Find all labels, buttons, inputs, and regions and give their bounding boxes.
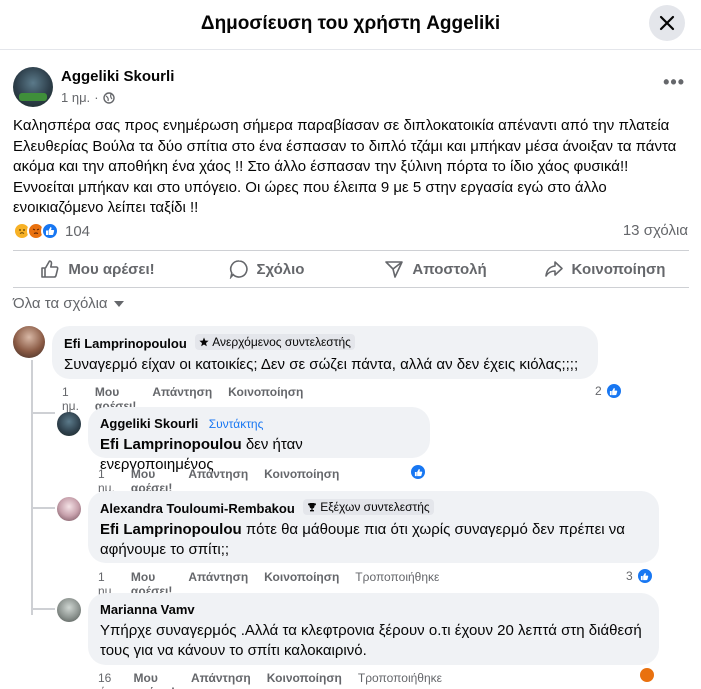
comment-text: Υπήρχε συναγερμός .Αλλά τα κλεφτρονια ξέ… bbox=[100, 622, 642, 659]
comments-count[interactable]: 13 σχόλια bbox=[623, 222, 688, 239]
comment-reactions[interactable] bbox=[638, 666, 656, 684]
comment-text: Efi Lamprinopoulou πότε θα μάθουμε πια ό… bbox=[100, 520, 647, 560]
send-label: Αποστολή bbox=[412, 260, 487, 278]
commenter-name[interactable]: Efi Lamprinopoulou bbox=[64, 336, 187, 351]
like-reaction-icon bbox=[604, 382, 623, 400]
more-options-icon[interactable]: ••• bbox=[663, 72, 685, 93]
post-meta: 1 ημ. · bbox=[61, 90, 115, 105]
comment-time[interactable]: 1 ημ. bbox=[62, 385, 79, 413]
trophy-icon bbox=[308, 503, 317, 512]
thumbs-up-icon bbox=[41, 260, 59, 278]
post-header: Aggeliki Skourli 1 ημ. · ••• bbox=[13, 66, 693, 110]
mention-link[interactable]: Efi Lamprinopoulou bbox=[100, 436, 242, 453]
comment-actions: 16 ώρ. Μου αρέσει! Απάντηση Κοινοποίηση … bbox=[98, 671, 442, 689]
contributor-badge: Εξέχων συντελεστής bbox=[303, 499, 434, 515]
comment-bubble: Alexandra Touloumi-Rembakou Εξέχων συντε… bbox=[88, 491, 659, 563]
post-action-bar: Μου αρέσει! Σχόλιο Αποστολή Κοινοποίηση bbox=[13, 250, 689, 288]
comment-share-button[interactable]: Κοινοποίηση bbox=[267, 671, 342, 689]
comment-bubble: Aggeliki Skourli Συντάκτης Efi Lamprinop… bbox=[88, 407, 430, 473]
comment-time[interactable]: 16 ώρ. bbox=[98, 671, 118, 689]
send-button[interactable]: Αποστολή bbox=[351, 251, 520, 287]
comment-reactions[interactable]: 2 bbox=[595, 382, 623, 400]
like-reaction-icon bbox=[635, 567, 654, 585]
share-icon bbox=[544, 261, 563, 277]
contributor-badge: Ανερχόμενος συντελεστής bbox=[195, 334, 355, 350]
comment-text: Συναγερμό είχαν οι κατοικίες; Δεν σε σώζ… bbox=[64, 356, 579, 373]
comment-bubble: Marianna Vamv Υπήρχε συναγερμός .Αλλά τα… bbox=[88, 593, 659, 665]
like-reaction-icon bbox=[41, 222, 59, 240]
badge-label: Εξέχων συντελεστής bbox=[320, 500, 430, 514]
comment-label: Σχόλιο bbox=[256, 260, 305, 278]
post-author[interactable]: Aggeliki Skourli bbox=[61, 68, 174, 85]
chevron-down-icon bbox=[113, 300, 124, 307]
commenter-name[interactable]: Alexandra Touloumi-Rembakou bbox=[100, 501, 295, 516]
like-button[interactable]: Μου αρέσει! bbox=[13, 251, 182, 287]
comment-reaction-count: 3 bbox=[626, 569, 633, 583]
post-time[interactable]: 1 ημ. bbox=[61, 90, 90, 105]
commenter-avatar[interactable] bbox=[13, 326, 45, 358]
mention-link[interactable]: Efi Lamprinopoulou bbox=[100, 521, 242, 538]
thread-connector bbox=[31, 608, 55, 610]
comment-reactions[interactable]: 3 bbox=[626, 567, 654, 585]
commenter-avatar[interactable] bbox=[57, 497, 81, 521]
share-label: Κοινοποίηση bbox=[571, 260, 666, 278]
comment-reaction-count: 2 bbox=[595, 384, 602, 398]
sort-label: Όλα τα σχόλια bbox=[13, 295, 108, 312]
badge-label: Ανερχόμενος συντελεστής bbox=[212, 335, 351, 349]
post-body: Καλησπέρα σας προς ενημέρωση σήμερα παρα… bbox=[13, 117, 677, 216]
comment-sort-dropdown[interactable]: Όλα τα σχόλια bbox=[13, 295, 124, 312]
share-button[interactable]: Κοινοποίηση bbox=[520, 251, 689, 287]
dot-separator: · bbox=[94, 90, 99, 105]
star-icon bbox=[199, 337, 209, 347]
dialog-header: Δημοσίευση του χρήστη Aggeliki bbox=[0, 0, 701, 50]
author-badge: Συντάκτης bbox=[208, 417, 264, 431]
close-icon bbox=[659, 15, 675, 31]
edited-label: Τροποποιήθηκε bbox=[357, 671, 442, 685]
thread-connector bbox=[31, 507, 55, 509]
reaction-summary[interactable]: 104 bbox=[13, 221, 90, 241]
comment-icon bbox=[229, 260, 248, 279]
send-icon bbox=[385, 261, 404, 278]
close-button[interactable] bbox=[649, 5, 685, 41]
angry-reaction-icon bbox=[638, 666, 656, 684]
like-label: Μου αρέσει! bbox=[68, 260, 155, 278]
author-avatar[interactable] bbox=[13, 67, 53, 107]
thread-connector bbox=[31, 412, 55, 414]
commenter-avatar[interactable] bbox=[57, 412, 81, 436]
comment-button[interactable]: Σχόλιο bbox=[182, 251, 351, 287]
thread-line bbox=[31, 360, 33, 615]
commenter-avatar[interactable] bbox=[57, 598, 81, 622]
comment-reactions[interactable] bbox=[409, 463, 427, 481]
comment-like-button[interactable]: Μου αρέσει! bbox=[134, 671, 175, 689]
comment-reply-button[interactable]: Απάντηση bbox=[191, 671, 251, 689]
like-reaction-icon bbox=[409, 463, 427, 481]
commenter-name[interactable]: Aggeliki Skourli bbox=[100, 416, 198, 431]
comment-bubble: Efi Lamprinopoulou Ανερχόμενος συντελεστ… bbox=[52, 326, 598, 379]
commenter-name[interactable]: Marianna Vamv bbox=[100, 602, 195, 617]
dialog-title: Δημοσίευση του χρήστη Aggeliki bbox=[200, 13, 501, 34]
globe-icon bbox=[102, 91, 115, 104]
reaction-count: 104 bbox=[65, 222, 91, 240]
